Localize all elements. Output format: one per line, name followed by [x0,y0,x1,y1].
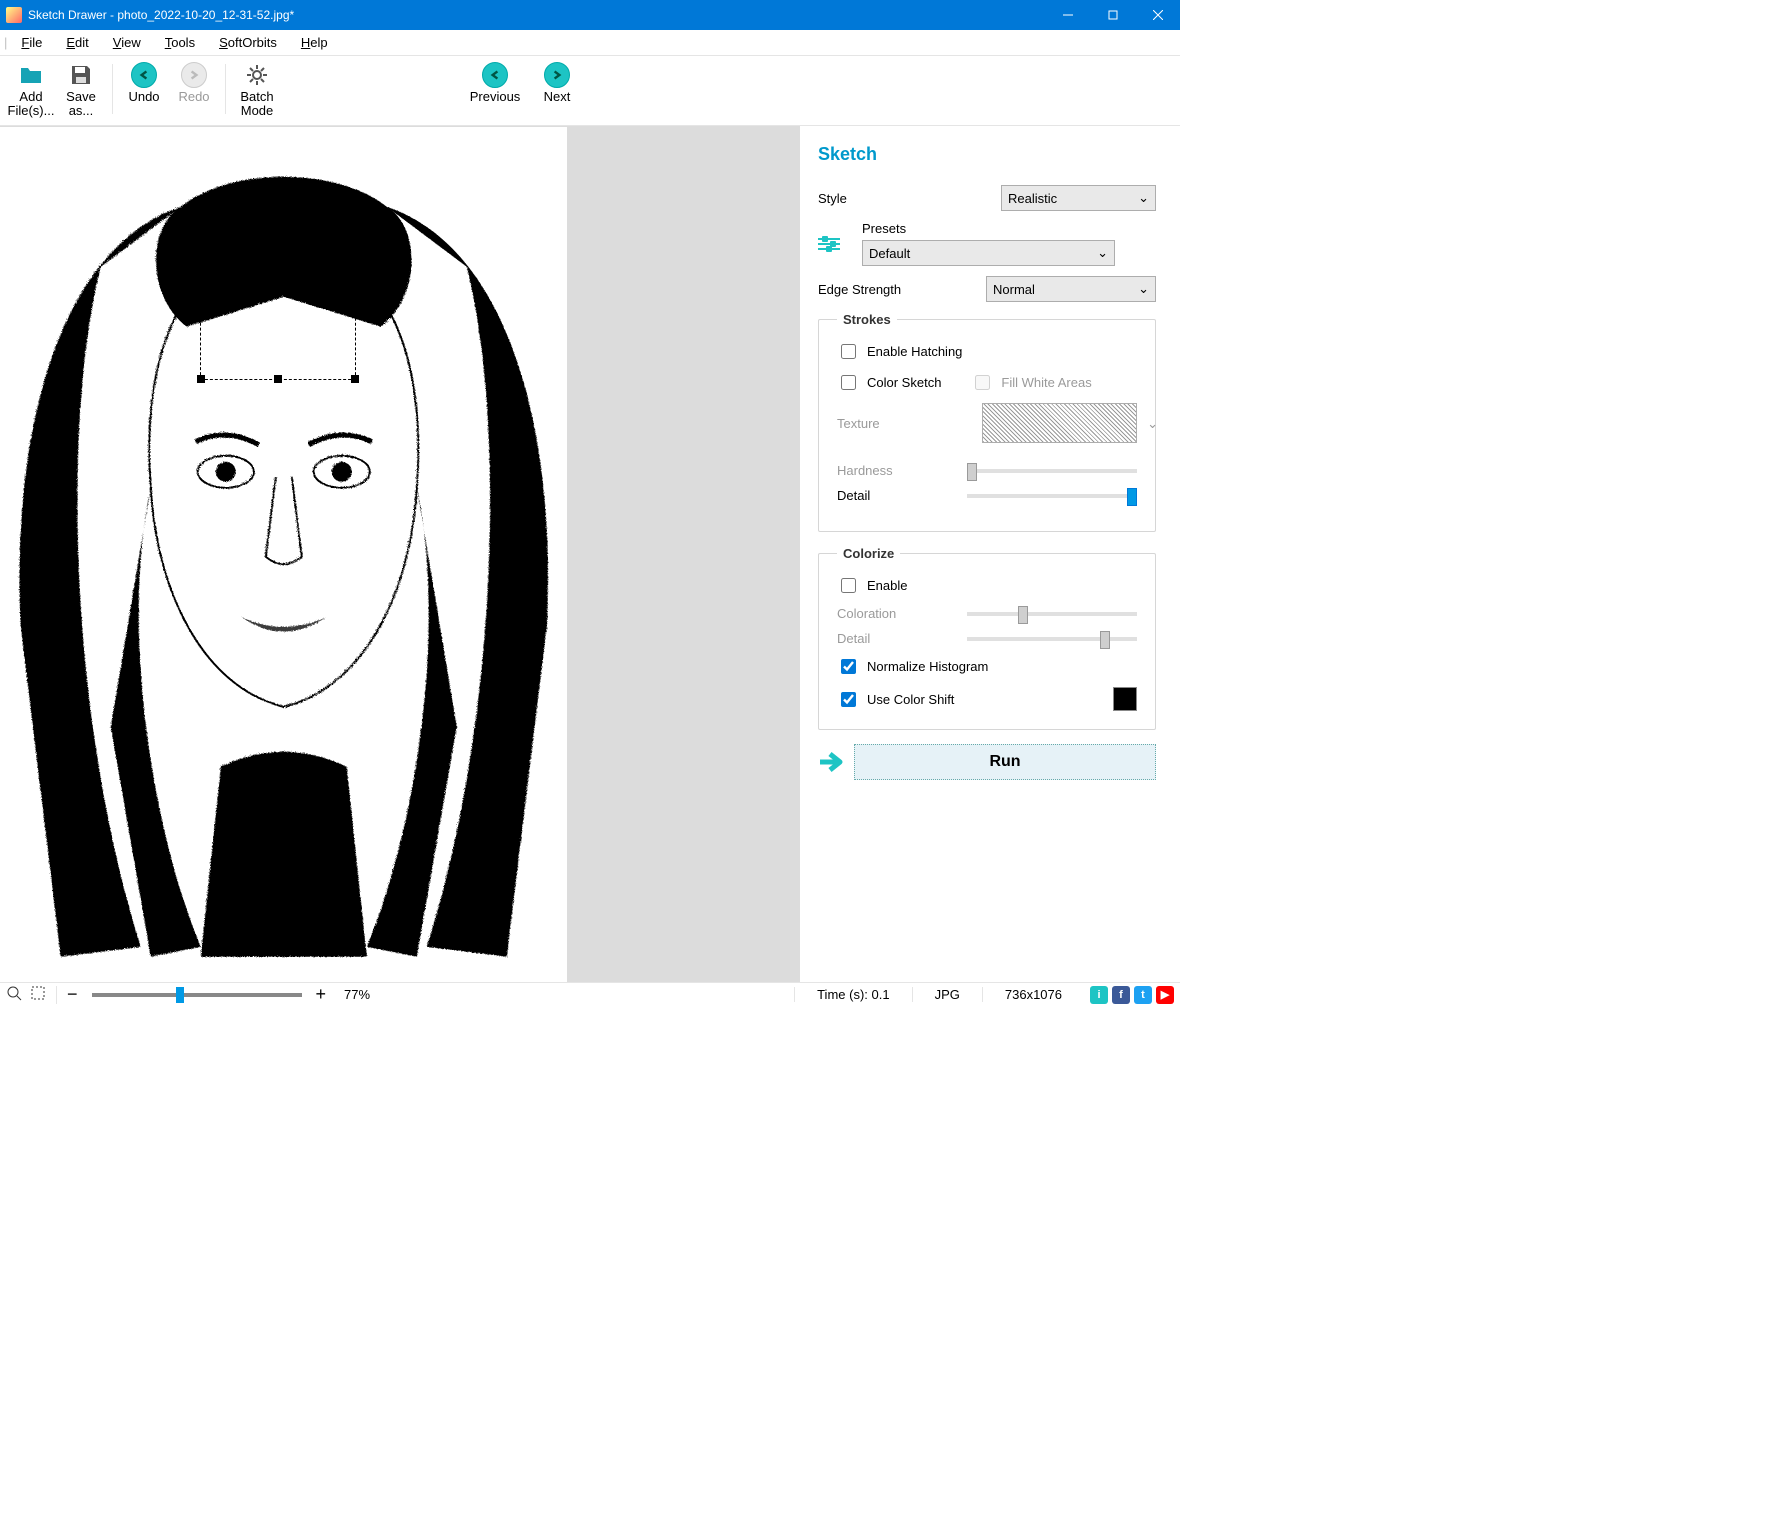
use-color-shift-checkbox[interactable]: Use Color Shift [837,689,954,710]
zoom-out-button[interactable]: − [67,984,78,1005]
gear-icon [243,62,271,88]
hardness-slider [967,469,1137,473]
edge-strength-label: Edge Strength [818,282,976,297]
batch-mode-button[interactable]: Batch Mode [232,60,282,118]
status-time: Time (s): 0.1 [794,987,911,1002]
minimize-button[interactable] [1045,0,1090,30]
menu-help[interactable]: Help [291,33,338,52]
fill-white-checkbox: Fill White Areas [971,372,1091,393]
detail-slider[interactable] [967,494,1137,498]
side-panel: Sketch Style Realistic⌄ Presets Default⌄… [800,126,1180,982]
next-button[interactable]: Next [532,60,582,104]
zoom-actual-icon[interactable] [6,985,22,1004]
menu-file[interactable]: File [11,33,52,52]
colorize-detail-slider [967,637,1137,641]
save-as-button[interactable]: Save as... [56,60,106,118]
save-icon [67,62,95,88]
undo-button[interactable]: Undo [119,60,169,104]
style-label: Style [818,191,991,206]
youtube-icon[interactable]: ▶ [1156,986,1174,1004]
color-swatch[interactable] [1113,687,1137,711]
zoom-in-button[interactable]: + [316,984,327,1005]
fit-screen-icon[interactable] [30,985,46,1004]
undo-icon [130,62,158,88]
chevron-down-icon: ⌄ [1147,416,1158,432]
redo-icon [180,62,208,88]
chevron-down-icon: ⌄ [1138,190,1149,206]
facebook-icon[interactable]: f [1112,986,1130,1004]
menu-view[interactable]: View [103,33,151,52]
twitter-icon[interactable]: t [1134,986,1152,1004]
run-button[interactable]: Run [854,744,1156,780]
colorize-group: Colorize Enable Coloration Detail Normal… [818,546,1156,730]
zoom-value: 77% [344,987,370,1002]
enable-hatching-checkbox[interactable]: Enable Hatching [837,341,1137,362]
color-sketch-checkbox[interactable]: Color Sketch [837,372,941,393]
toolbar: Add File(s)... Save as... Undo Redo Batc… [0,56,1180,126]
menu-tools[interactable]: Tools [155,33,205,52]
texture-select: ⌄ [982,403,1137,443]
prev-icon [481,62,509,88]
sliders-icon[interactable] [818,238,852,250]
statusbar: − + 77% Time (s): 0.1 JPG 736x1076 i f t… [0,982,1180,1006]
maximize-button[interactable] [1090,0,1135,30]
add-files-button[interactable]: Add File(s)... [6,60,56,118]
zoom-slider[interactable] [92,993,302,997]
titlebar: Sketch Drawer - photo_2022-10-20_12-31-5… [0,0,1180,30]
colorize-enable-checkbox[interactable]: Enable [837,575,1137,596]
run-arrow-icon [818,750,846,774]
chevron-down-icon: ⌄ [1097,245,1108,261]
edge-strength-select[interactable]: Normal⌄ [986,276,1156,302]
menu-softorbits[interactable]: SoftOrbits [209,33,287,52]
panel-heading: Sketch [818,144,1156,165]
status-format: JPG [912,987,982,1002]
chevron-down-icon: ⌄ [1138,281,1149,297]
menu-edit[interactable]: Edit [56,33,98,52]
close-button[interactable] [1135,0,1180,30]
folder-icon [17,62,45,88]
selection-rect[interactable] [200,224,356,380]
texture-label: Texture [837,416,972,431]
window-title: Sketch Drawer - photo_2022-10-20_12-31-5… [28,8,1045,22]
info-icon[interactable]: i [1090,986,1108,1004]
detail-label: Detail [837,488,957,503]
redo-button: Redo [169,60,219,104]
presets-select[interactable]: Default⌄ [862,240,1115,266]
previous-button[interactable]: Previous [470,60,520,104]
status-dimensions: 736x1076 [982,987,1084,1002]
normalize-histogram-checkbox[interactable]: Normalize Histogram [837,656,1137,677]
app-icon [6,7,22,23]
colorize-detail-label: Detail [837,631,957,646]
menubar: | File Edit View Tools SoftOrbits Help [0,30,1180,56]
coloration-label: Coloration [837,606,957,621]
style-select[interactable]: Realistic⌄ [1001,185,1156,211]
coloration-slider [967,612,1137,616]
strokes-group: Strokes Enable Hatching Color Sketch Fil… [818,312,1156,532]
next-icon [543,62,571,88]
hardness-label: Hardness [837,463,957,478]
canvas-area[interactable] [0,126,800,982]
presets-label: Presets [862,221,1156,236]
